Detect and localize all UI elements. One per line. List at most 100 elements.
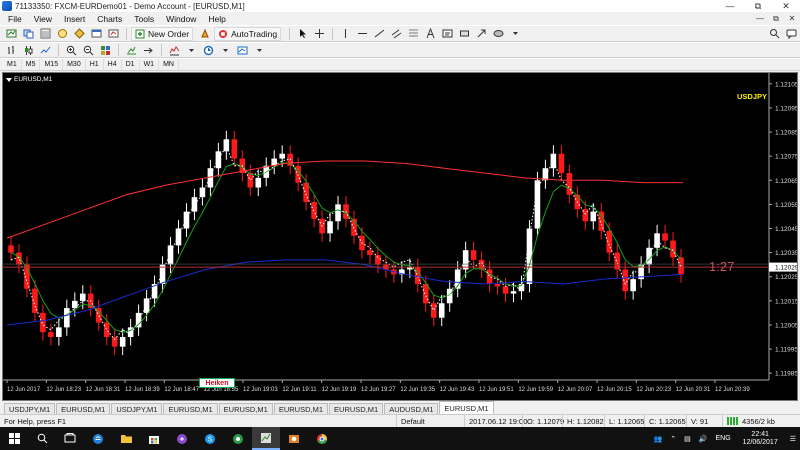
navigator-icon[interactable] — [54, 27, 70, 41]
start-button[interactable] — [0, 427, 28, 450]
templates-dropdown-icon[interactable] — [251, 43, 267, 57]
strategy-tester-icon[interactable] — [105, 27, 121, 41]
line-chart-icon[interactable] — [37, 43, 53, 57]
app-green-icon[interactable] — [224, 427, 252, 450]
chart-tab[interactable]: USDJPY,M1 — [4, 403, 56, 414]
trendline-icon[interactable] — [371, 27, 387, 41]
period-m30[interactable]: M30 — [63, 59, 86, 70]
profiles-icon[interactable] — [20, 27, 36, 41]
tray-expand-icon[interactable]: ⌃ — [670, 435, 676, 443]
y-tick-label: 1.12035 — [775, 250, 797, 257]
menu-window[interactable]: Window — [160, 14, 202, 24]
app-purple-icon[interactable] — [168, 427, 196, 450]
search-icon[interactable] — [766, 27, 782, 41]
candlesticks-icon[interactable] — [20, 43, 36, 57]
period-m15[interactable]: M15 — [40, 59, 64, 70]
people-icon[interactable]: 👥 — [654, 435, 663, 443]
ellipse-icon[interactable] — [490, 27, 506, 41]
auto-scroll-icon[interactable] — [123, 43, 139, 57]
chart-tab-active[interactable]: EURUSD,M1 — [439, 401, 494, 414]
store-icon[interactable] — [140, 427, 168, 450]
candle-body — [48, 332, 54, 338]
menu-insert[interactable]: Insert — [58, 14, 91, 24]
indicators-dropdown-icon[interactable] — [183, 43, 199, 57]
channel-icon[interactable] — [388, 27, 404, 41]
minimize-button[interactable]: — — [716, 0, 744, 12]
new-chart-icon[interactable] — [3, 27, 19, 41]
language-indicator[interactable]: ENG — [716, 435, 731, 442]
market-watch-icon[interactable] — [37, 27, 53, 41]
cursor-icon[interactable] — [294, 27, 310, 41]
text-tool-icon[interactable] — [422, 27, 438, 41]
periods-dropdown-icon[interactable] — [217, 43, 233, 57]
skype-icon[interactable]: S — [196, 427, 224, 450]
file-explorer-icon[interactable] — [112, 427, 140, 450]
chart-tab[interactable]: EURUSD,M1 — [273, 403, 329, 414]
terminal-icon[interactable] — [88, 27, 104, 41]
notification-icon[interactable]: ☰ — [790, 435, 796, 443]
chat-icon[interactable] — [783, 27, 799, 41]
period-mn[interactable]: MN — [159, 59, 179, 70]
clock[interactable]: 22:41 12/06/2017 — [739, 431, 782, 447]
restore-button[interactable]: ⧉ — [744, 0, 772, 12]
search-taskbar-icon[interactable] — [28, 427, 56, 450]
autotrading-button[interactable]: AutoTrading — [214, 26, 282, 41]
shapes-dropdown-icon[interactable] — [507, 27, 523, 41]
photos-icon[interactable] — [280, 427, 308, 450]
new-order-button[interactable]: New Order — [131, 26, 194, 41]
menu-view[interactable]: View — [28, 14, 58, 24]
templates-icon[interactable] — [234, 43, 250, 57]
connection-status[interactable]: 4356/2 kb — [722, 414, 800, 428]
volume-icon[interactable]: 🔊 — [699, 435, 708, 443]
bar-chart-icon[interactable] — [3, 43, 19, 57]
heiken-button[interactable]: Heiken — [199, 378, 235, 388]
edge-browser-icon[interactable] — [84, 427, 112, 450]
x-tick-label: 12 Jun 19:59 — [518, 387, 553, 393]
metatrader-taskbar-icon[interactable] — [252, 427, 280, 450]
indicators-icon[interactable] — [166, 43, 182, 57]
crosshair-icon[interactable] — [311, 27, 327, 41]
zoom-out-icon[interactable] — [80, 43, 96, 57]
period-w1[interactable]: W1 — [140, 59, 160, 70]
chrome-icon[interactable] — [308, 427, 336, 450]
y-tick-label: 1.12085 — [775, 130, 797, 137]
text-label-icon[interactable] — [439, 27, 455, 41]
period-h4[interactable]: H4 — [104, 59, 122, 70]
menu-charts[interactable]: Charts — [91, 14, 128, 24]
data-window-icon[interactable] — [71, 27, 87, 41]
arrow-icon[interactable] — [473, 27, 489, 41]
network-icon[interactable]: ▤ — [684, 435, 691, 443]
price-chart[interactable]: 1.12105 1.12095 1.12085 1.12075 1.12065 1.120… — [3, 73, 797, 400]
menu-file[interactable]: File — [2, 14, 28, 24]
period-d1[interactable]: D1 — [122, 59, 140, 70]
profile-name[interactable]: Default — [396, 414, 464, 428]
horizontal-line-icon[interactable] — [354, 27, 370, 41]
zoom-in-icon[interactable] — [63, 43, 79, 57]
metaeditor-icon[interactable] — [197, 27, 213, 41]
chart-tab[interactable]: EURUSD,M1 — [218, 403, 273, 414]
chart-shift-icon[interactable] — [140, 43, 156, 57]
tile-windows-icon[interactable] — [97, 43, 113, 57]
vertical-line-icon[interactable] — [337, 27, 353, 41]
fibonacci-icon[interactable] — [405, 27, 421, 41]
mdi-close-button[interactable]: ✕ — [784, 14, 800, 24]
period-h1[interactable]: H1 — [86, 59, 104, 70]
task-view-icon[interactable] — [56, 427, 84, 450]
menu-tools[interactable]: Tools — [128, 14, 160, 24]
mdi-minimize-button[interactable]: — — [752, 14, 768, 24]
chart-window[interactable]: 1.12105 1.12095 1.12085 1.12075 1.12065 1.120… — [2, 72, 798, 401]
chart-tab[interactable]: EURUSD,M1 — [329, 403, 384, 414]
y-tick-label: 1.12015 — [775, 298, 797, 305]
period-m1[interactable]: M1 — [3, 59, 22, 70]
mdi-restore-button[interactable]: ⧉ — [768, 14, 784, 24]
close-button[interactable]: ✕ — [772, 0, 800, 12]
period-m5[interactable]: M5 — [22, 59, 41, 70]
chart-tab[interactable]: EURUSD,M1 — [163, 403, 218, 414]
rectangle-icon[interactable] — [456, 27, 472, 41]
menu-help[interactable]: Help — [202, 14, 231, 24]
chart-tab[interactable]: USDJPY,M1 — [111, 403, 163, 414]
chart-tab[interactable]: EURUSD,M1 — [56, 403, 111, 414]
periods-icon[interactable] — [200, 43, 216, 57]
chart-tab[interactable]: AUDUSD,M1 — [384, 403, 439, 414]
y-tick-label: 1.12095 — [775, 105, 797, 112]
